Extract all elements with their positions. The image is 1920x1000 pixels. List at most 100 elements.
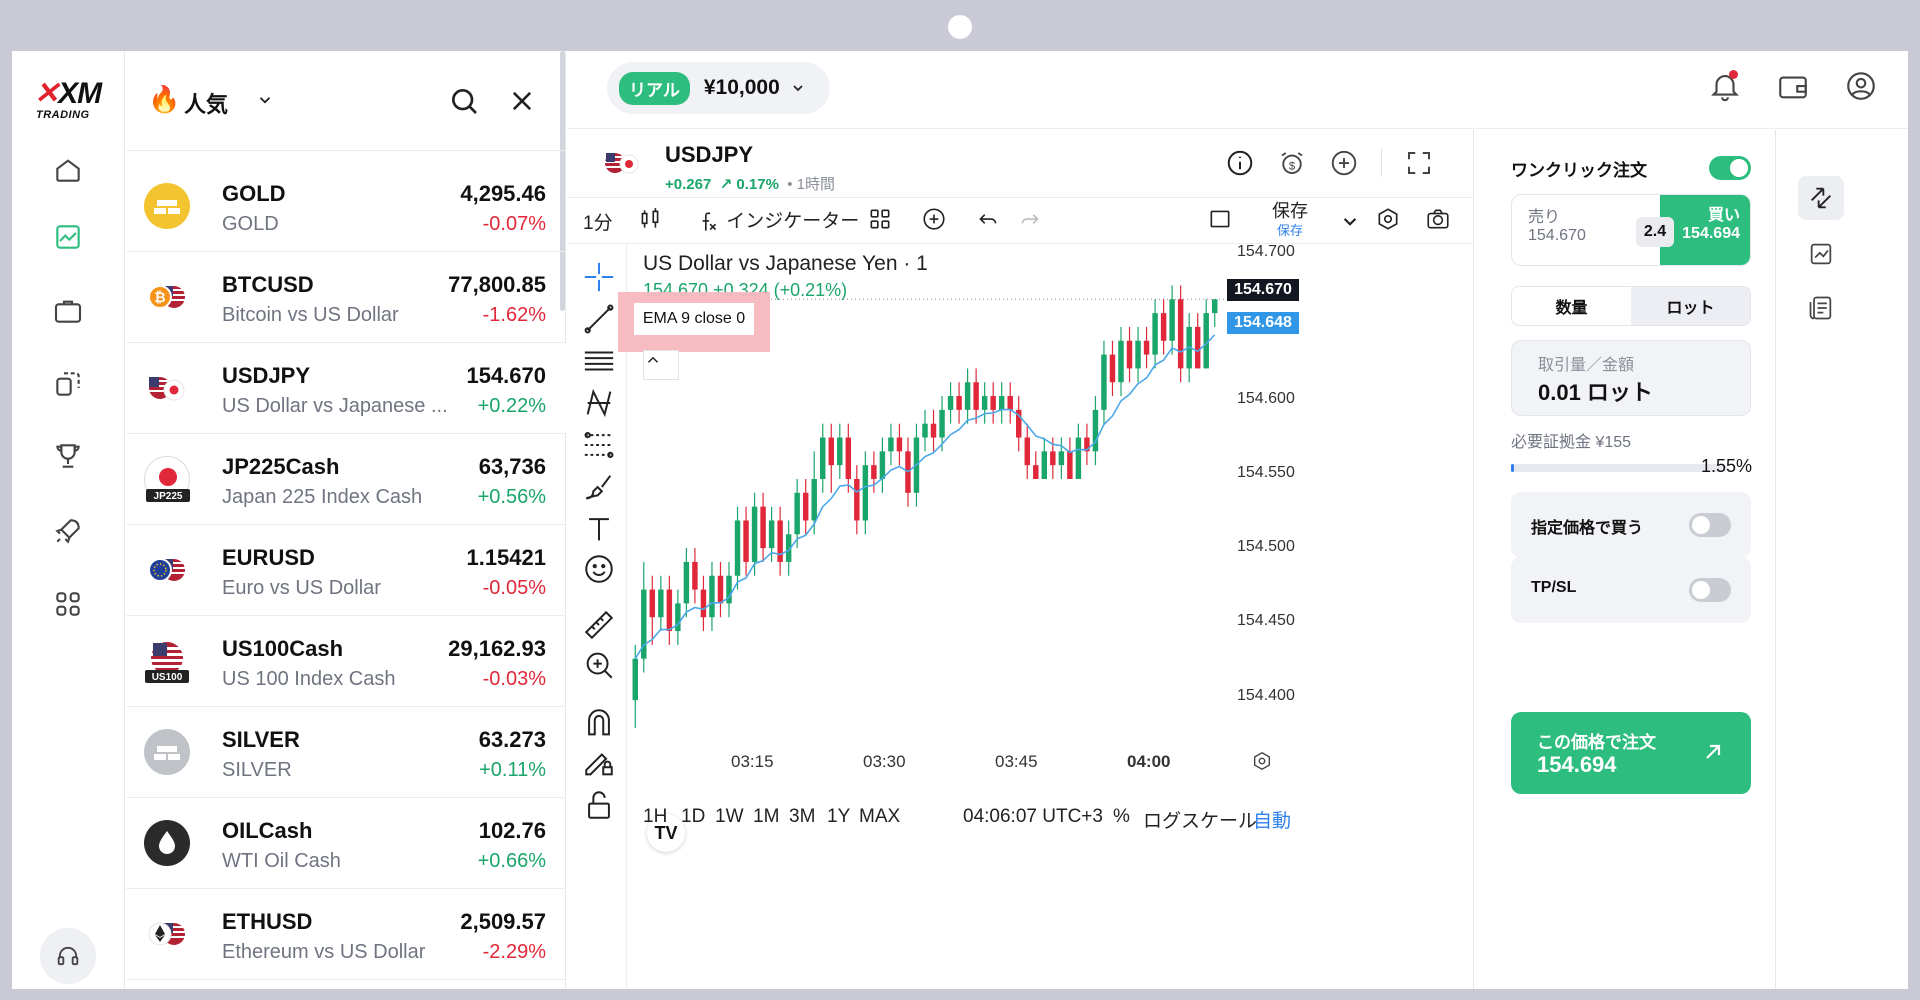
range-1m[interactable]: 1M	[753, 806, 779, 828]
layout-icon[interactable]	[1207, 206, 1233, 238]
range-max[interactable]: MAX	[859, 806, 900, 828]
candle-body	[871, 465, 877, 479]
main-nav: ✕XM TRADING	[12, 51, 125, 989]
gold-icon	[144, 183, 190, 229]
zoom-in-icon[interactable]	[582, 648, 616, 682]
watchlist-row-ethusd[interactable]: ETHUSD Ethereum vs US Dollar 2,509.57 -2…	[126, 889, 566, 980]
templates-icon[interactable]	[867, 206, 893, 238]
chevron-down-icon[interactable]	[256, 91, 274, 109]
lock-drawings-icon[interactable]	[582, 746, 616, 780]
watchlist-row-gold[interactable]: GOLD GOLD 4,295.46 -0.07%	[126, 161, 566, 252]
range-3m[interactable]: 3M	[789, 806, 815, 828]
ema-indicator-label[interactable]: EMA 9 close 0	[634, 303, 754, 335]
account-type-badge: リアル	[619, 71, 690, 105]
candle-body	[1058, 451, 1065, 466]
close-icon[interactable]	[508, 87, 536, 115]
watchlist-row-us100cash[interactable]: US100 US100Cash US 100 Index Cash 29,162…	[126, 616, 566, 707]
watchlist-panel: 🔥 人気 GOLD GOLD 4,295.46 -0.07% ₿ BTCUSD …	[126, 51, 566, 989]
place-order-button[interactable]: この価格で注文 154.694	[1511, 712, 1751, 794]
candle-body	[1212, 299, 1218, 314]
watchlist-title[interactable]: 人気	[184, 87, 228, 119]
range-1h[interactable]: 1H	[643, 806, 667, 828]
undo-icon[interactable]	[975, 206, 1001, 238]
volume-input[interactable]: 取引量／金額 0.01 ロット	[1511, 340, 1751, 416]
candlestick-chart[interactable]	[627, 244, 1474, 989]
ema-line	[634, 334, 1216, 660]
settings-hex-icon[interactable]	[1375, 206, 1401, 238]
support-headset-icon[interactable]	[40, 928, 96, 984]
candle-body	[973, 382, 979, 410]
one-click-toggle[interactable]	[1709, 156, 1751, 180]
candle-body	[1169, 299, 1175, 341]
auto-scale-toggle[interactable]: 自動	[1253, 806, 1291, 833]
range-1w[interactable]: 1W	[715, 806, 744, 828]
chart-canvas[interactable]: US Dollar vs Japanese Yen · 1 154.670 +0…	[618, 243, 1474, 989]
home-icon[interactable]	[48, 150, 88, 190]
interval-selector[interactable]: 1分	[583, 208, 613, 235]
sell-button[interactable]: 売り 154.670	[1528, 209, 1586, 245]
candle-body	[734, 520, 741, 576]
rocket-icon[interactable]	[48, 511, 88, 551]
text-tool-icon[interactable]	[582, 512, 616, 546]
save-button[interactable]: 保存 保存	[1272, 202, 1308, 240]
watchlist-row-oilcash[interactable]: OILCash WTI Oil Cash 102.76 +0.66%	[126, 798, 566, 889]
candle-body	[956, 396, 962, 410]
apps-icon[interactable]	[48, 584, 88, 624]
tab-quantity[interactable]: 数量	[1512, 287, 1631, 325]
add-compare-icon[interactable]	[921, 206, 947, 238]
watchlist-row-eurusd[interactable]: EURUSD Euro vs US Dollar 1.15421 -0.05%	[126, 525, 566, 616]
portfolio-icon[interactable]	[48, 291, 88, 331]
range-1d[interactable]: 1D	[681, 806, 705, 828]
range-1y[interactable]: 1Y	[827, 806, 850, 828]
unlock-icon[interactable]	[582, 788, 616, 822]
wallet-icon[interactable]	[1776, 69, 1810, 103]
copy-trading-icon[interactable]	[48, 364, 88, 404]
pattern-icon[interactable]	[582, 386, 616, 420]
chart-toolbar: 1分 インジケーター 保存 保存	[567, 198, 1474, 244]
watchlist-row-usdjpy[interactable]: USDJPY US Dollar vs Japanese ... 154.670…	[126, 343, 566, 434]
candle-body	[692, 561, 698, 590]
price-alert-icon[interactable]: $	[1277, 148, 1307, 178]
limit-order-toggle[interactable]	[1689, 513, 1731, 537]
user-profile-icon[interactable]	[1844, 69, 1878, 103]
order-ticket-icon[interactable]	[1798, 176, 1844, 220]
news-icon[interactable]	[1798, 286, 1844, 330]
chevron-down-icon[interactable]	[1337, 208, 1363, 240]
add-circle-icon[interactable]	[1329, 148, 1359, 178]
eur-usd-flag-icon	[144, 547, 190, 593]
percent-toggle[interactable]: %	[1113, 806, 1130, 828]
trophy-icon[interactable]	[48, 436, 88, 476]
collapse-legend-button[interactable]	[643, 350, 679, 380]
symbol-name: USDJPY	[665, 142, 754, 167]
tpsl-toggle[interactable]	[1689, 578, 1731, 602]
horizontal-lines-icon[interactable]	[582, 344, 616, 378]
trend-line-icon[interactable]	[582, 302, 616, 336]
fib-retracement-icon[interactable]	[582, 428, 616, 462]
indicators-button[interactable]: インジケーター	[695, 206, 859, 235]
xm-logo[interactable]: ✕XM TRADING	[34, 79, 106, 122]
positions-chart-icon[interactable]	[1798, 232, 1844, 276]
account-balance: ¥10,000	[703, 76, 780, 99]
limit-order-option: 指定価格で買う	[1511, 492, 1751, 558]
redo-icon[interactable]	[1017, 206, 1043, 238]
chart-icon[interactable]	[48, 217, 88, 257]
search-icon[interactable]	[448, 85, 480, 117]
watchlist-row-btcusd[interactable]: ₿ BTCUSD Bitcoin vs US Dollar 77,800.85 …	[126, 252, 566, 343]
watchlist-row-jp225cash[interactable]: JP225 JP225Cash Japan 225 Index Cash 63,…	[126, 434, 566, 525]
brush-icon[interactable]	[582, 470, 616, 504]
ruler-icon[interactable]	[582, 608, 616, 642]
fullscreen-icon[interactable]	[1404, 148, 1434, 178]
crosshair-icon[interactable]	[582, 260, 616, 294]
candle-body	[683, 561, 690, 604]
log-scale-toggle[interactable]: ログスケール	[1143, 806, 1257, 833]
account-selector[interactable]: リアル ¥10,000	[607, 62, 830, 114]
candle-type-icon[interactable]	[637, 206, 663, 238]
magnet-icon[interactable]	[582, 706, 616, 740]
tab-lot[interactable]: ロット	[1631, 287, 1750, 325]
candle-body	[794, 492, 800, 535]
watchlist-row-silver[interactable]: SILVER SILVER 63.273 +0.11%	[126, 707, 566, 798]
emoji-icon[interactable]	[582, 552, 616, 586]
camera-icon[interactable]	[1425, 206, 1451, 238]
info-icon[interactable]	[1225, 148, 1255, 178]
bell-icon[interactable]	[1708, 69, 1742, 103]
